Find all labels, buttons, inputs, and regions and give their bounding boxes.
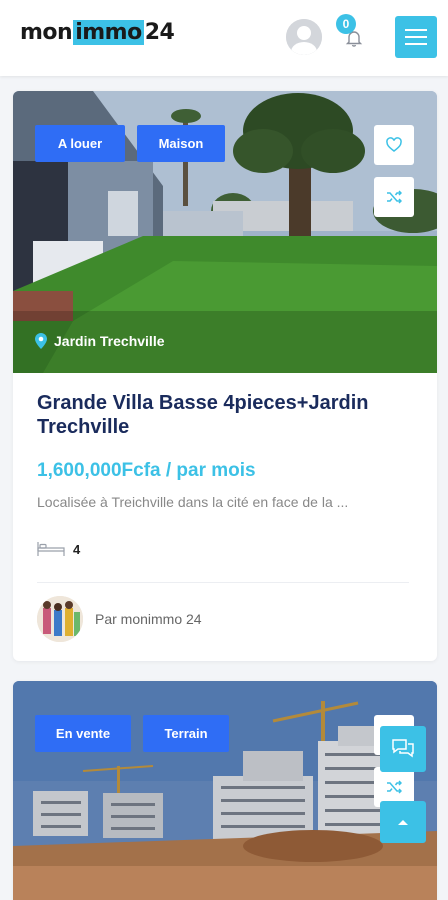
favorite-button[interactable]	[374, 125, 414, 165]
logo-part-1: mon	[20, 19, 73, 45]
listing-title[interactable]: Grande Villa Basse 4pieces+Jardin Trechv…	[37, 391, 417, 439]
hamburger-menu-icon[interactable]	[395, 16, 437, 58]
logo-part-3: 24	[144, 19, 175, 45]
listing-price: 1,600,000Fcfa / par mois	[37, 460, 256, 481]
shuffle-icon	[387, 190, 402, 204]
scroll-to-top-button[interactable]	[380, 801, 426, 843]
tag-property-type[interactable]: Terrain	[143, 715, 229, 752]
author-avatar[interactable]	[37, 596, 83, 642]
notification-badge: 0	[336, 14, 356, 34]
listing-photo[interactable]: En vente Terrain	[13, 681, 437, 900]
listing-card[interactable]: En vente Terrain	[13, 681, 437, 900]
tag-transaction-type[interactable]: A louer	[35, 125, 125, 162]
heart-icon	[386, 137, 402, 152]
listing-card[interactable]: A louer Maison Jardin Trechville Grande …	[13, 91, 437, 661]
bedrooms-info: 4	[37, 541, 80, 557]
chevron-up-icon	[398, 820, 408, 825]
compare-button[interactable]	[374, 177, 414, 217]
shuffle-icon	[387, 780, 402, 794]
listing-description: Localisée à Treichville dans la cité en …	[37, 494, 349, 510]
chat-bubbles-icon	[392, 739, 414, 758]
header: mon immo 24 0	[0, 0, 448, 76]
chat-button[interactable]	[380, 726, 426, 772]
listing-location: Jardin Trechville	[35, 333, 165, 349]
listing-author[interactable]: Par monimmo 24	[37, 596, 202, 642]
map-pin-icon	[35, 333, 47, 349]
user-avatar-icon[interactable]	[286, 19, 322, 55]
bed-icon	[37, 542, 65, 556]
tag-property-type[interactable]: Maison	[137, 125, 225, 162]
logo[interactable]: mon immo 24	[20, 18, 175, 46]
divider	[37, 582, 409, 583]
listing-location-text: Jardin Trechville	[54, 333, 165, 349]
listing-photo[interactable]: A louer Maison Jardin Trechville	[13, 91, 437, 373]
bedrooms-count: 4	[73, 541, 81, 557]
tag-transaction-type[interactable]: En vente	[35, 715, 131, 752]
logo-part-2: immo	[73, 19, 144, 45]
author-name[interactable]: Par monimmo 24	[95, 611, 202, 627]
